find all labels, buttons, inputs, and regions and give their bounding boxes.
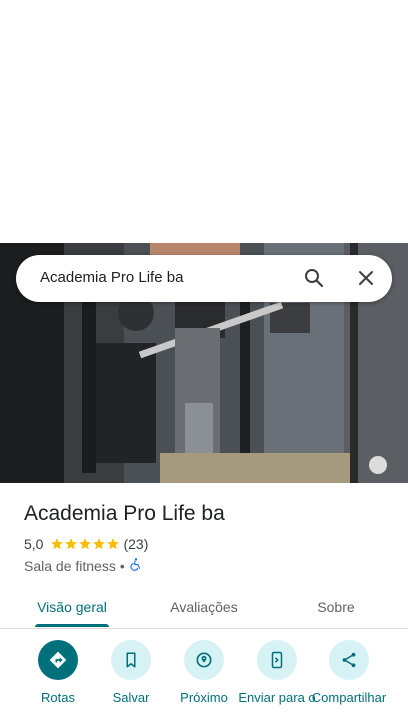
- nearby-label: Próximo: [180, 690, 228, 705]
- close-icon[interactable]: [354, 266, 378, 290]
- share-label: Compartilhar: [311, 690, 387, 705]
- share-icon: [329, 640, 369, 680]
- rating-row[interactable]: 5,0 (23): [24, 536, 148, 552]
- directions-button[interactable]: Rotas: [18, 640, 98, 705]
- rating-value: 5,0: [24, 536, 44, 552]
- action-buttons: Rotas Salvar Próximo Enviar para o Compa…: [0, 640, 408, 726]
- map-area-blank: [0, 0, 408, 243]
- star-icon: [93, 538, 106, 550]
- search-query[interactable]: Academia Pro Life ba: [40, 269, 183, 286]
- tab-about[interactable]: Sobre: [288, 587, 384, 627]
- reviews-count: (23): [123, 536, 149, 552]
- star-icon: [51, 538, 64, 550]
- send-to-phone-button[interactable]: Enviar para o: [237, 640, 317, 705]
- bookmark-icon: [111, 640, 151, 680]
- search-bar[interactable]: Academia Pro Life ba: [16, 255, 392, 302]
- search-icon[interactable]: [302, 266, 326, 290]
- share-button[interactable]: Compartilhar: [309, 640, 389, 705]
- nearby-icon: [184, 640, 224, 680]
- place-category: Sala de fitness: [24, 557, 116, 574]
- star-icon: [107, 538, 120, 550]
- tab-reviews[interactable]: Avaliações: [156, 587, 252, 627]
- place-title: Academia Pro Life ba: [24, 502, 225, 525]
- send-to-phone-label: Enviar para o: [238, 690, 316, 705]
- directions-icon: [38, 640, 78, 680]
- category-row: Sala de fitness •: [24, 557, 143, 574]
- save-button[interactable]: Salvar: [91, 640, 171, 705]
- directions-label: Rotas: [41, 690, 75, 705]
- star-rating: [50, 537, 120, 551]
- place-tabs: Visão geral Avaliações Sobre: [0, 587, 408, 629]
- star-icon: [79, 538, 92, 550]
- wheelchair-accessible-icon: [129, 557, 143, 574]
- star-icon: [65, 538, 78, 550]
- nearby-button[interactable]: Próximo: [164, 640, 244, 705]
- active-tab-indicator: [35, 624, 109, 627]
- separator-dot: •: [119, 557, 125, 574]
- tab-overview[interactable]: Visão geral: [24, 587, 120, 627]
- send-to-phone-icon: [257, 640, 297, 680]
- save-label: Salvar: [112, 690, 150, 705]
